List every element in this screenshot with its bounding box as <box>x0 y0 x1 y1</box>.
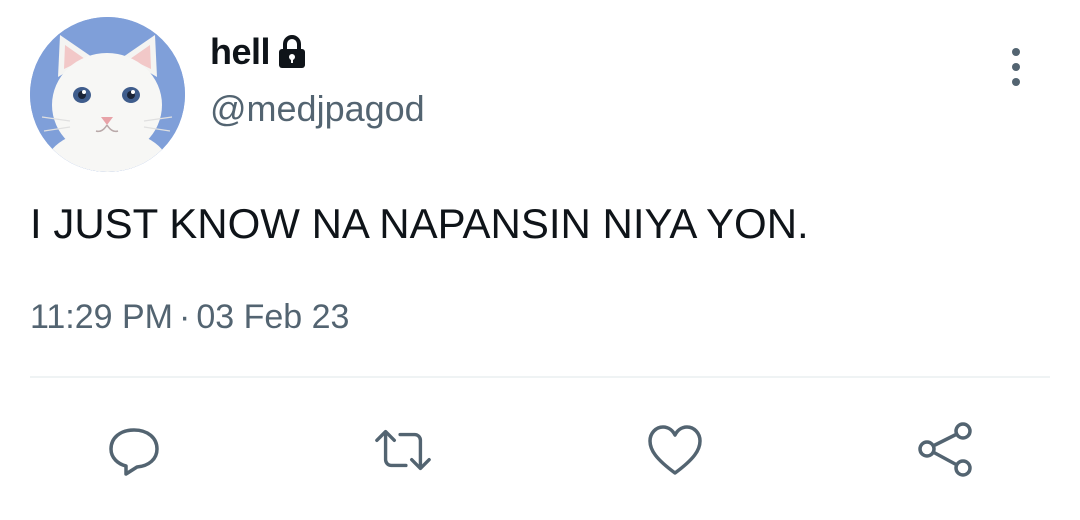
share-icon <box>918 422 972 477</box>
tweet-card: hell @medjpagod I JUST KNOW NA NAPANSIN … <box>0 0 1080 520</box>
white-cat-avatar-icon <box>30 17 185 172</box>
tweet-meta: 11:29 PM · 03 Feb 23 <box>30 298 349 337</box>
lock-icon <box>276 34 308 70</box>
author-handle[interactable]: @medjpagod <box>210 88 425 130</box>
more-dot-icon <box>1012 48 1020 56</box>
display-name[interactable]: hell <box>210 31 271 73</box>
reply-button[interactable] <box>104 420 164 480</box>
tweet-text: I JUST KNOW NA NAPANSIN NIYA YON. <box>30 200 809 247</box>
reply-icon <box>109 428 159 476</box>
tweet-time[interactable]: 11:29 PM <box>30 298 173 336</box>
retweet-button[interactable] <box>373 420 433 480</box>
meta-separator: · <box>179 298 191 336</box>
avatar[interactable] <box>30 17 185 172</box>
retweet-icon <box>375 429 431 471</box>
more-dot-icon <box>1012 78 1020 86</box>
like-button[interactable] <box>645 420 705 480</box>
tweet-date[interactable]: 03 Feb 23 <box>196 298 349 336</box>
divider <box>30 376 1050 378</box>
share-button[interactable] <box>915 420 975 480</box>
more-options-button[interactable] <box>996 42 1036 92</box>
author-name-row: hell <box>210 30 308 74</box>
like-icon <box>648 425 702 475</box>
more-dot-icon <box>1012 63 1020 71</box>
